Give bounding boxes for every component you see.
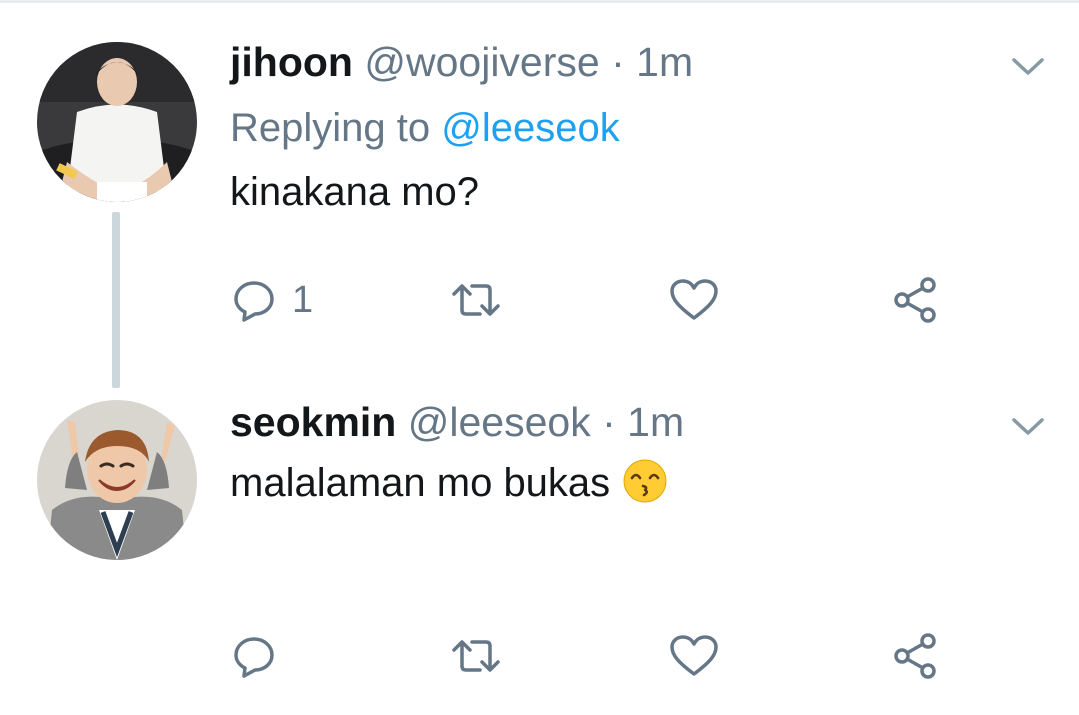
- replying-to-line: Replying to @leeseok: [230, 104, 620, 152]
- tweet-text: malalaman mo bukas: [230, 458, 668, 507]
- tweet-seokmin[interactable]: seokmin @leeseok · 1m malalaman mo bukas: [0, 390, 1079, 715]
- separator-dot: ·: [602, 399, 616, 445]
- tweet-actions: [0, 628, 1079, 684]
- chevron-down-icon[interactable]: [1010, 54, 1046, 78]
- like-icon: [668, 276, 720, 324]
- share-icon: [890, 274, 942, 326]
- reply-icon: [230, 276, 278, 324]
- display-name[interactable]: jihoon: [230, 39, 353, 85]
- reply-button[interactable]: [230, 628, 292, 684]
- like-button[interactable]: [668, 272, 720, 328]
- like-button[interactable]: [668, 628, 720, 684]
- tweet-jihoon[interactable]: jihoon @woojiverse · 1m Replying to @lee…: [0, 0, 1079, 390]
- like-icon: [668, 632, 720, 680]
- reply-icon: [230, 632, 278, 680]
- replying-prefix: Replying to: [230, 106, 431, 150]
- display-name[interactable]: seokmin: [230, 399, 396, 445]
- avatar-jihoon[interactable]: [37, 42, 197, 202]
- separator-dot: ·: [611, 39, 625, 85]
- share-button[interactable]: [890, 628, 942, 684]
- tweet-header: seokmin @leeseok · 1m: [230, 398, 684, 446]
- kissing-face-emoji-icon: [622, 458, 668, 504]
- reply-button[interactable]: 1: [230, 272, 313, 328]
- replying-mention-link[interactable]: @leeseok: [441, 106, 619, 150]
- retweet-icon: [448, 276, 504, 324]
- timestamp[interactable]: 1m: [627, 399, 684, 445]
- retweet-button[interactable]: [448, 628, 504, 684]
- tweet-actions: 1: [0, 272, 1079, 328]
- chevron-down-icon[interactable]: [1010, 414, 1046, 438]
- reply-count: 1: [292, 278, 314, 321]
- tweet-text-content: malalaman mo bukas: [230, 461, 611, 505]
- avatar-seokmin[interactable]: [37, 400, 197, 560]
- share-button[interactable]: [890, 272, 942, 328]
- user-handle[interactable]: @leeseok: [408, 399, 591, 445]
- user-handle[interactable]: @woojiverse: [364, 39, 599, 85]
- timestamp[interactable]: 1m: [636, 39, 693, 85]
- tweet-text: kinakana mo?: [230, 170, 480, 214]
- share-icon: [890, 630, 942, 682]
- retweet-icon: [448, 632, 504, 680]
- tweet-header: jihoon @woojiverse · 1m: [230, 38, 693, 86]
- retweet-button[interactable]: [448, 272, 504, 328]
